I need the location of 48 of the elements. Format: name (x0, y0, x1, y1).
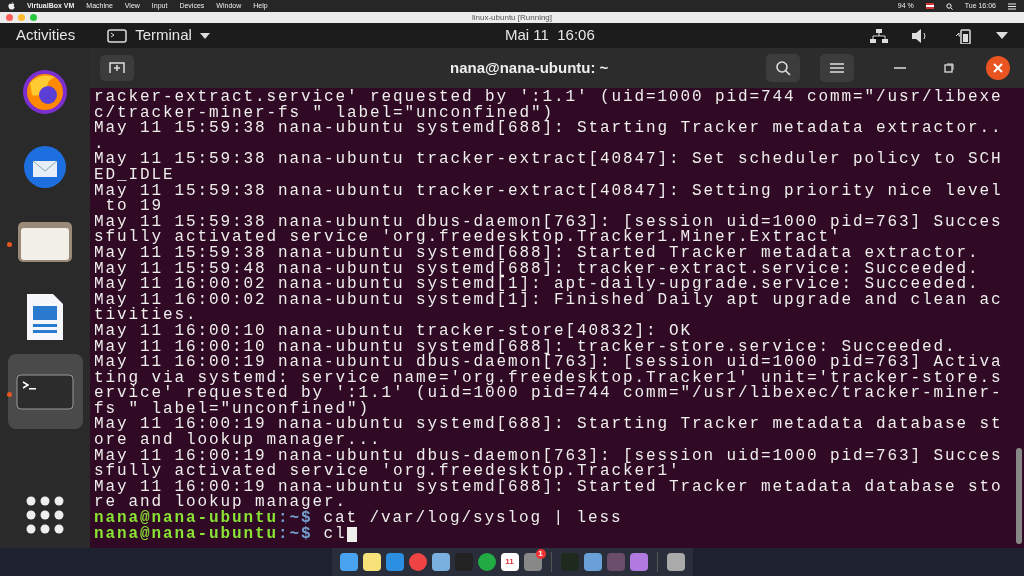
terminal-line: . (94, 136, 106, 153)
close-icon[interactable] (986, 56, 1010, 80)
app-menu[interactable]: Terminal (107, 24, 210, 47)
calendar-date: 11 (505, 556, 514, 568)
prompt-user-host: nana@nana-ubuntu (94, 511, 279, 527)
top-bar-clock[interactable]: Mai 11 16:06 (505, 24, 595, 47)
scrollbar[interactable] (1016, 448, 1022, 544)
terminal-line: sfully activated service 'org.freedesktop.Tracker1' (94, 464, 681, 480)
caret-icon (199, 32, 210, 39)
terminal-line: May 11 15:59:38 nana-ubuntu tracker-extract[40847]: Setting priority nice level (94, 183, 1003, 200)
app-grid-icon[interactable] (26, 496, 64, 534)
terminal-line: c/tracker-miner-fs " label="unconfined") (94, 105, 555, 122)
command-text: cl (323, 526, 347, 543)
apple-icon[interactable] (8, 2, 15, 10)
terminal-line: May 11 15:59:38 nana-ubuntu systemd[688]: Starting Tracker metadata extractor.. (94, 121, 1003, 137)
network-icon[interactable] (870, 28, 888, 43)
list-icon[interactable] (1008, 2, 1016, 10)
terminal-line: May 11 16:00:02 nana-ubuntu systemd[1]: apt-daily-upgrade.service: Succeeded. (94, 277, 980, 293)
menu-icon (830, 63, 844, 73)
caret-icon[interactable] (996, 32, 1008, 39)
terminal-line: ore and lookup manager... (94, 433, 382, 449)
terminal-line: May 11 15:59:38 nana-ubuntu tracker-extract[40847]: Set scheduler policy to SCH (94, 152, 1003, 168)
calendar-icon[interactable]: 11 (500, 553, 519, 571)
new-tab-button[interactable] (100, 55, 134, 81)
activities-button[interactable]: Activities (16, 24, 108, 47)
battery-icon[interactable] (954, 27, 972, 44)
command-text: cat /var/log/syslog | less (323, 511, 623, 527)
new-tab-icon (109, 62, 125, 74)
menu-button[interactable] (820, 54, 854, 82)
search-icon (775, 60, 791, 76)
notification-badge: 1 (535, 549, 546, 559)
terminal-line: ED_IDLE (94, 167, 175, 184)
search-button[interactable] (766, 54, 800, 82)
prompt-path: :~$ (278, 511, 313, 527)
terminal-line: sfully activated service 'org.freedesktop.Tracker1.Miner.Extract' (94, 230, 842, 246)
terminal-line: to 19 (105, 199, 163, 215)
prompt-path: :~$ (278, 526, 313, 543)
folder-icon (17, 220, 73, 263)
search-icon[interactable] (945, 2, 953, 10)
terminal-line: May 11 16:00:19 nana-ubuntu dbus-daemon[763]: [session uid=1000 pid=763] Activa (94, 355, 1003, 371)
flag-icon (925, 3, 934, 9)
minimize-icon[interactable] (894, 66, 906, 70)
terminal-line: tivities. (94, 308, 198, 324)
prompt-user-host: nana@nana-ubuntu (94, 526, 279, 543)
terminal-title: nana@nana-ubuntu: ~ (450, 57, 609, 78)
maximize-icon[interactable] (944, 63, 954, 73)
window-title: linux-ubuntu [Running] (471, 12, 553, 23)
terminal-line: ervice' requested by ':1.1' (uid=1000 pid=744 comm="/usr/libexec/tracker-miner- (94, 386, 1003, 402)
